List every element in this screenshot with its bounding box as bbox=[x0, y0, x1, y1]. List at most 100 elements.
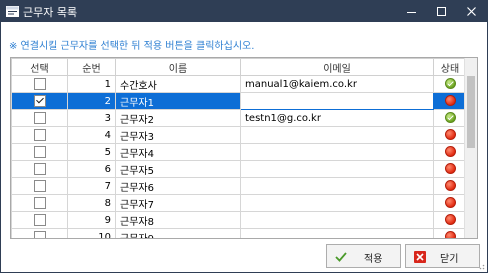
number-cell: 6 bbox=[67, 160, 116, 178]
row-checkbox[interactable] bbox=[33, 163, 46, 175]
minimize-button[interactable] bbox=[397, 1, 427, 22]
resize-grip-icon[interactable] bbox=[477, 262, 485, 270]
name-cell[interactable]: 수간호사 bbox=[115, 75, 241, 93]
workers-table: 선택 순번 이름 이메일 상태 1 수간호사 manual1@kaiem.co.kr… bbox=[11, 58, 467, 238]
email-cell[interactable] bbox=[240, 194, 434, 212]
email-edit-cell[interactable] bbox=[240, 92, 434, 110]
select-cell[interactable] bbox=[11, 194, 68, 212]
email-cell[interactable] bbox=[240, 228, 434, 238]
minimize-icon bbox=[407, 12, 416, 13]
table-row[interactable]: 2 근무자1 bbox=[11, 92, 467, 110]
name-cell[interactable]: 근무자4 bbox=[115, 143, 241, 161]
select-cell[interactable] bbox=[11, 92, 68, 110]
row-checkbox[interactable] bbox=[33, 112, 46, 124]
vertical-scrollbar[interactable] bbox=[464, 58, 477, 238]
close-window-button[interactable] bbox=[457, 1, 487, 22]
red-dot-icon bbox=[444, 163, 456, 175]
row-checkbox[interactable] bbox=[33, 78, 46, 90]
name-cell[interactable]: 근무자8 bbox=[115, 211, 241, 229]
green-check-icon bbox=[444, 112, 456, 124]
select-cell[interactable] bbox=[11, 228, 68, 238]
close-icon bbox=[467, 7, 476, 16]
status-cell bbox=[433, 126, 467, 144]
name-cell[interactable]: 근무자2 bbox=[115, 109, 241, 127]
row-checkbox[interactable] bbox=[33, 129, 46, 141]
checkmark-icon bbox=[335, 252, 347, 262]
workers-dialog: 근무자 목록 ※ 연결시킬 근무자를 선택한 뒤 적용 버튼을 클릭하십시오. … bbox=[0, 0, 488, 273]
name-cell[interactable]: 근무자3 bbox=[115, 126, 241, 144]
red-dot-icon bbox=[444, 231, 456, 238]
row-checkbox[interactable] bbox=[33, 146, 46, 158]
row-checkbox[interactable] bbox=[33, 197, 46, 209]
select-cell[interactable] bbox=[11, 211, 68, 229]
close-button[interactable]: 닫기 bbox=[405, 244, 480, 268]
red-dot-icon bbox=[444, 197, 456, 209]
instruction-text: ※ 연결시킬 근무자를 선택한 뒤 적용 버튼을 클릭하십시오. bbox=[9, 41, 255, 52]
select-cell[interactable] bbox=[11, 160, 68, 178]
table-row[interactable]: 9 근무자8 bbox=[11, 211, 467, 229]
table-row[interactable]: 5 근무자4 bbox=[11, 143, 467, 161]
number-cell: 10 bbox=[67, 228, 116, 238]
column-header-number[interactable]: 순번 bbox=[67, 58, 116, 76]
table-row[interactable]: 4 근무자3 bbox=[11, 126, 467, 144]
red-dot-icon bbox=[444, 180, 456, 192]
scrollbar-thumb[interactable] bbox=[467, 76, 475, 148]
status-cell bbox=[433, 143, 467, 161]
status-cell bbox=[433, 92, 467, 110]
number-cell: 4 bbox=[67, 126, 116, 144]
column-header-status[interactable]: 상태 bbox=[433, 58, 467, 76]
select-cell[interactable] bbox=[11, 109, 68, 127]
column-header-select[interactable]: 선택 bbox=[11, 58, 68, 76]
select-cell[interactable] bbox=[11, 177, 68, 195]
red-dot-icon bbox=[444, 129, 456, 141]
select-cell[interactable] bbox=[11, 143, 68, 161]
select-cell[interactable] bbox=[11, 75, 68, 93]
column-header-name[interactable]: 이름 bbox=[115, 58, 241, 76]
column-header-email[interactable]: 이메일 bbox=[240, 58, 434, 76]
table-row[interactable]: 3 근무자2 testn1@g.co.kr bbox=[11, 109, 467, 127]
row-checkbox[interactable] bbox=[33, 231, 46, 238]
email-cell[interactable] bbox=[240, 126, 434, 144]
email-cell[interactable]: testn1@g.co.kr bbox=[240, 109, 434, 127]
name-cell[interactable]: 근무자1 bbox=[115, 92, 241, 110]
close-box-icon bbox=[414, 251, 426, 263]
number-cell: 2 bbox=[67, 92, 116, 110]
row-checkbox[interactable] bbox=[33, 214, 46, 226]
table-row[interactable]: 8 근무자7 bbox=[11, 194, 467, 212]
email-cell[interactable] bbox=[240, 143, 434, 161]
status-cell bbox=[433, 177, 467, 195]
status-cell bbox=[433, 194, 467, 212]
close-button-label: 닫기 bbox=[440, 254, 459, 265]
apply-button[interactable]: 적용 bbox=[326, 244, 401, 268]
window-title: 근무자 목록 bbox=[23, 6, 78, 19]
table-row[interactable]: 10 근무자9 bbox=[11, 228, 467, 238]
table-row[interactable]: 1 수간호사 manual1@kaiem.co.kr bbox=[11, 75, 467, 93]
table-row[interactable]: 6 근무자5 bbox=[11, 160, 467, 178]
email-cell[interactable]: manual1@kaiem.co.kr bbox=[240, 75, 434, 93]
maximize-button[interactable] bbox=[427, 1, 457, 22]
name-cell[interactable]: 근무자6 bbox=[115, 177, 241, 195]
header-row: 선택 순번 이름 이메일 상태 bbox=[11, 58, 467, 76]
name-cell[interactable]: 근무자9 bbox=[115, 228, 241, 238]
row-checkbox[interactable] bbox=[33, 95, 46, 107]
title-bar[interactable]: 근무자 목록 bbox=[1, 1, 487, 22]
red-dot-icon bbox=[444, 214, 456, 226]
select-cell[interactable] bbox=[11, 126, 68, 144]
maximize-icon bbox=[437, 7, 446, 16]
number-cell: 1 bbox=[67, 75, 116, 93]
email-cell[interactable] bbox=[240, 177, 434, 195]
email-cell[interactable] bbox=[240, 211, 434, 229]
number-cell: 5 bbox=[67, 143, 116, 161]
workers-grid[interactable]: 선택 순번 이름 이메일 상태 1 수간호사 manual1@kaiem.co.kr… bbox=[10, 57, 478, 239]
table-row[interactable]: 7 근무자6 bbox=[11, 177, 467, 195]
email-cell[interactable] bbox=[240, 160, 434, 178]
row-checkbox[interactable] bbox=[33, 180, 46, 192]
name-cell[interactable]: 근무자7 bbox=[115, 194, 241, 212]
number-cell: 3 bbox=[67, 109, 116, 127]
number-cell: 9 bbox=[67, 211, 116, 229]
status-cell bbox=[433, 75, 467, 93]
status-cell bbox=[433, 228, 467, 238]
name-cell[interactable]: 근무자5 bbox=[115, 160, 241, 178]
number-cell: 8 bbox=[67, 194, 116, 212]
list-window-icon bbox=[6, 6, 19, 17]
